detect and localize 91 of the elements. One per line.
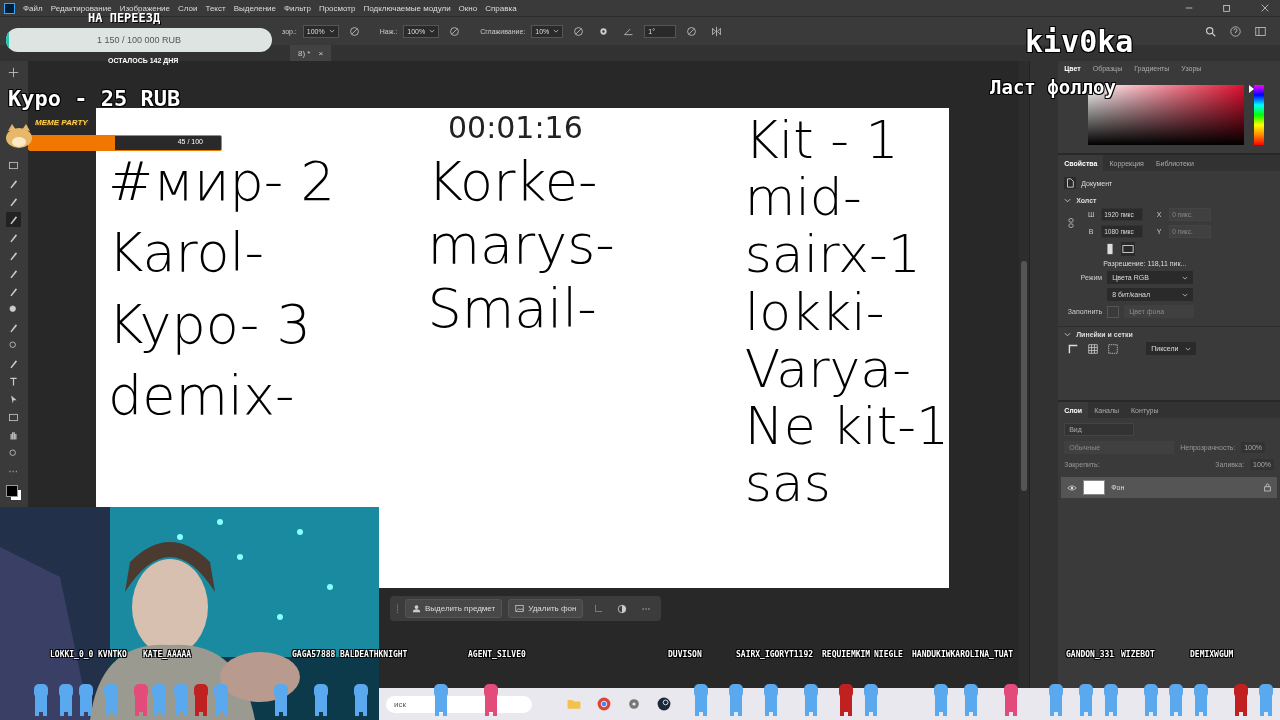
grid-icon[interactable] (1088, 343, 1099, 354)
handwritten-text: Ne kit-1 (744, 397, 949, 456)
menu-item[interactable]: Текст (205, 3, 226, 13)
workspace-icon[interactable] (1255, 25, 1266, 37)
color-swatches-icon[interactable] (6, 485, 22, 501)
handwritten-text: Smail- (427, 278, 598, 339)
caret-icon (1182, 275, 1189, 280)
chatter-name: GAGA57888 (292, 650, 336, 659)
document-icon (1064, 177, 1077, 189)
caret-icon (429, 29, 436, 33)
chevron-icon[interactable] (1064, 198, 1072, 203)
hue-slider-thumb[interactable] (1249, 85, 1255, 93)
link-icon[interactable] (1068, 217, 1075, 229)
handwritten-text: mid- (744, 169, 863, 227)
handwritten-text: Karol- (108, 223, 266, 283)
chatter-name: KATE_AAAAA (143, 650, 192, 659)
menu-item[interactable]: Слои (178, 3, 198, 13)
last-donation-text: Куро - 25 RUB (8, 86, 181, 111)
chatter-name: DEMIXWGUM (1190, 650, 1234, 659)
search-icon[interactable] (1205, 25, 1216, 37)
handwritten-text: lokki- (744, 283, 886, 341)
pressure-icon[interactable] (573, 25, 585, 37)
caret-icon (1185, 346, 1192, 351)
crop-icon[interactable] (593, 603, 604, 614)
pressure-icon[interactable] (449, 25, 461, 37)
contrast-icon[interactable] (617, 603, 628, 614)
app-logo-icon[interactable] (4, 2, 15, 14)
chatter-name: GANDON_331 (1066, 650, 1115, 659)
handwritten-text: Korke- (427, 152, 599, 212)
guides-icon[interactable] (1108, 343, 1119, 354)
eye-icon[interactable] (1067, 483, 1078, 492)
grip-icon[interactable] (396, 602, 399, 615)
chatter-name: REQUIEMKIM (822, 650, 871, 659)
chatter-name: HANDUKIWKAROLINA_TUAT (912, 650, 1014, 659)
chatter-name: SAIRX_IGORYT1192 (736, 650, 814, 659)
chatter-name: NIEGLE (874, 650, 903, 659)
brush-icon[interactable] (6, 212, 22, 227)
pressure-icon[interactable] (686, 25, 698, 37)
streamer-name: kiv0ka (1025, 27, 1134, 57)
menu-item[interactable]: Просмотр (318, 3, 356, 13)
close-icon[interactable] (1260, 3, 1270, 13)
person-icon (412, 604, 421, 613)
chatter-name: DUVISON (668, 650, 702, 659)
menu-item[interactable]: Редактирование (50, 3, 112, 13)
symmetry-icon[interactable] (711, 25, 723, 37)
last-follow-text: Ласт фоллоу (990, 78, 1116, 97)
browser-icon[interactable] (596, 696, 612, 712)
help-icon[interactable] (1230, 25, 1241, 37)
caret-icon (328, 29, 335, 33)
chatter-name: WIZEBOT (1121, 650, 1155, 659)
pressure-icon[interactable] (348, 25, 360, 37)
dog-icon (4, 123, 34, 149)
menu-item[interactable]: Справка (485, 3, 517, 13)
handwritten-text: sairx-1 (744, 226, 922, 284)
goal-title: НА ПЕРЕЕЗД (88, 11, 161, 25)
handwritten-text: Varya- (744, 340, 912, 398)
chatter-name: LOKKI_0_0 (50, 650, 94, 659)
fill-swatch[interactable] (1107, 305, 1120, 318)
settings-icon[interactable] (598, 25, 610, 37)
handwritten-text: sas (744, 455, 832, 513)
steam-icon[interactable] (656, 696, 672, 712)
restore-icon[interactable] (1222, 3, 1232, 13)
scrollbar-thumb[interactable] (1021, 261, 1028, 491)
handwritten-text: marys- (427, 215, 616, 275)
meme-party-title: MEME PARTY (35, 118, 88, 127)
chatter-name: BALDEATHKNIGHT (340, 650, 408, 659)
select-subject-button[interactable]: Выделить предмет (405, 599, 503, 618)
goal-amount: 1 150 / 100 000 RUB (96, 35, 182, 45)
lock-icon[interactable] (1264, 483, 1271, 492)
timer-text: 00:01:16 (448, 110, 583, 145)
landscape-icon[interactable] (1121, 242, 1136, 256)
handwritten-text: Kypo- 3 (108, 294, 312, 355)
handwritten-text: demix- (108, 366, 296, 426)
menu-item[interactable]: Файл (23, 3, 43, 13)
ruler-icon[interactable] (1068, 343, 1079, 354)
document-tab[interactable]: 8) * × (290, 45, 332, 61)
chatter-name: AGENT_SILVE0 (468, 650, 526, 659)
menu-item[interactable]: Выделение (233, 3, 276, 13)
menu-item[interactable]: Изображение (119, 3, 171, 13)
handwritten-text: #мир- 2 (108, 152, 336, 212)
chevron-icon[interactable] (1064, 332, 1072, 337)
image-icon (515, 604, 525, 613)
menu-item[interactable]: Окно (458, 3, 478, 13)
handwritten-text: Kit - 1 (744, 112, 900, 170)
remove-background-button[interactable]: Удалить фон (508, 599, 584, 618)
layer-thumbnail (1083, 480, 1106, 495)
menu-item[interactable]: Фильтр (284, 3, 311, 13)
chatter-name: KVNTKO (98, 650, 127, 659)
menu-item[interactable]: Подключаемые модули (363, 3, 451, 13)
caret-icon (1182, 292, 1189, 297)
caret-icon (553, 29, 560, 33)
